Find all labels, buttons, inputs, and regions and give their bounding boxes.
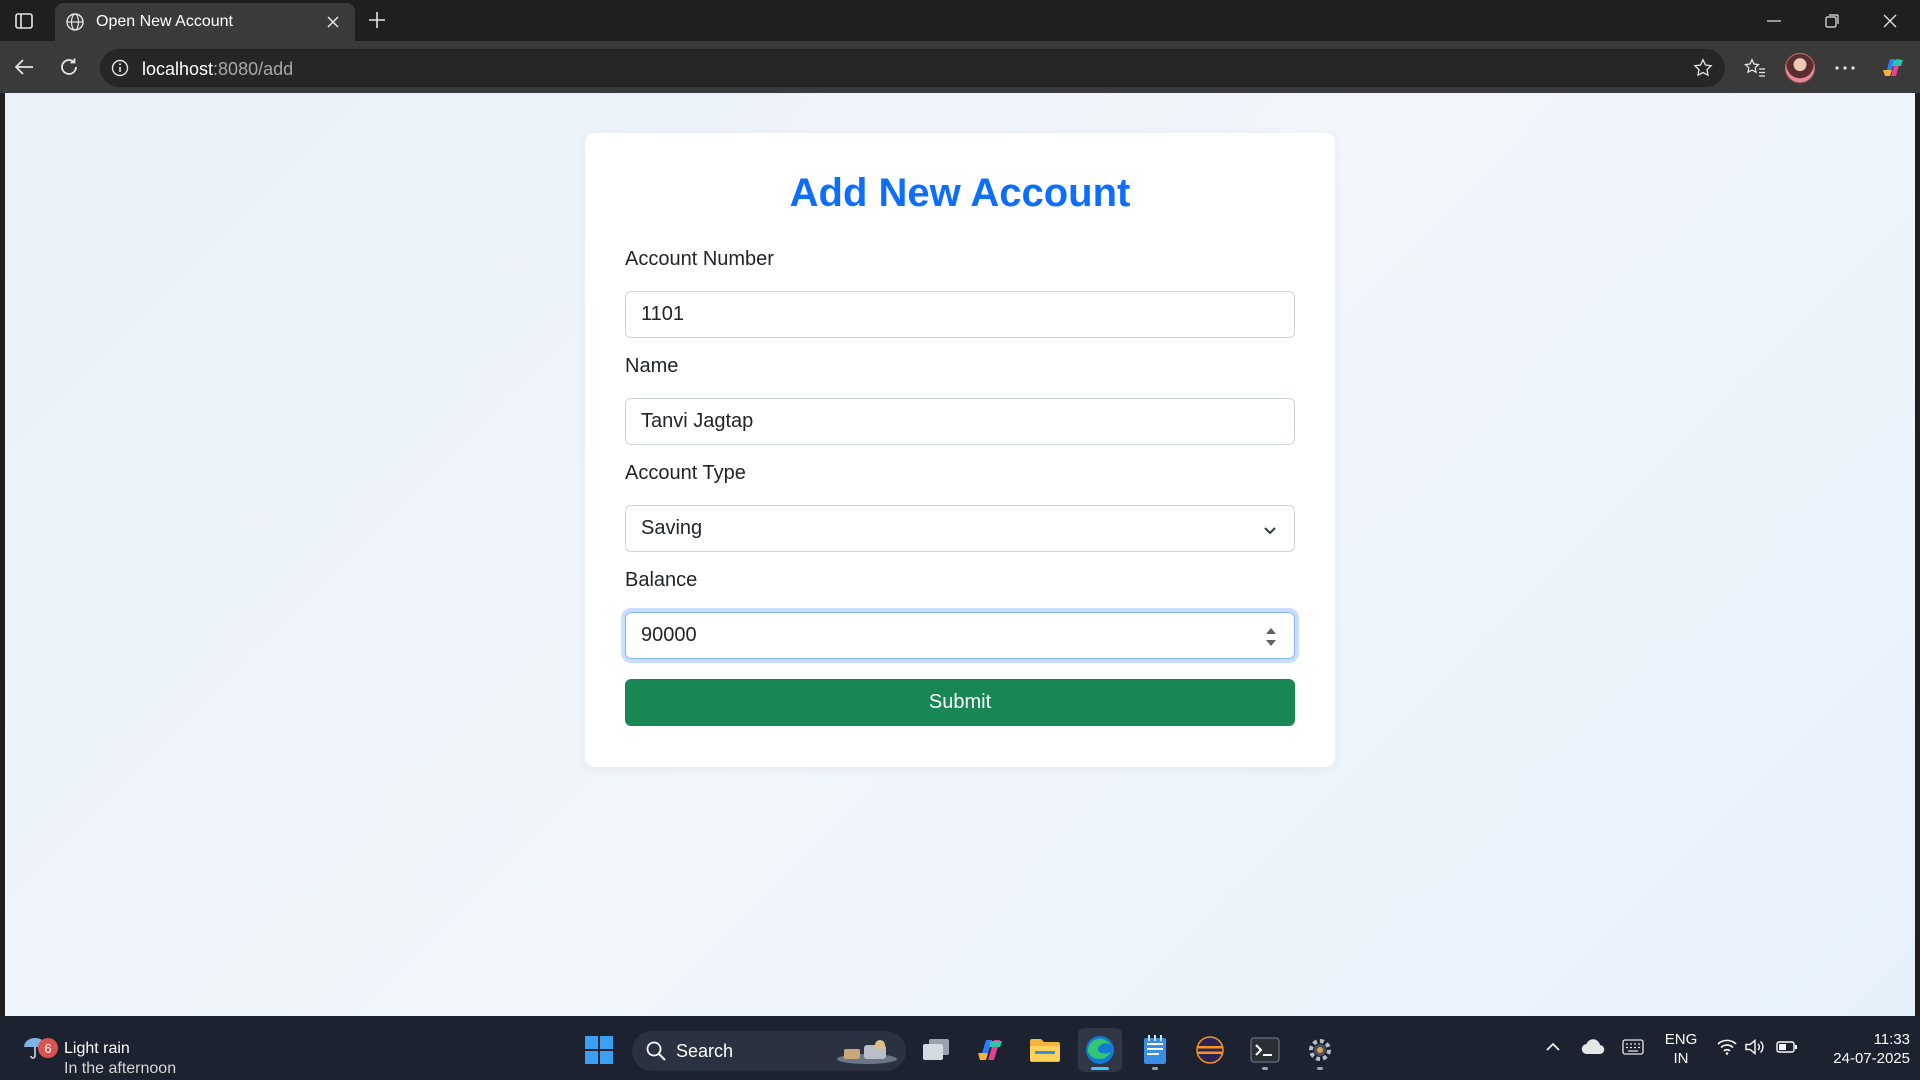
submit-button[interactable]: Submit — [625, 679, 1295, 726]
name-label: Name — [625, 355, 679, 377]
task-view-icon[interactable] — [914, 1028, 958, 1072]
site-info-icon[interactable] — [111, 59, 129, 82]
account-number-field[interactable]: 1101 — [625, 291, 1295, 338]
input-language[interactable]: ENG IN — [1660, 1030, 1702, 1068]
terminal-icon[interactable] — [1243, 1028, 1287, 1072]
notepad-icon[interactable] — [1133, 1028, 1177, 1072]
globe-icon — [65, 12, 85, 37]
close-tab-icon[interactable] — [323, 12, 343, 32]
start-button[interactable] — [577, 1028, 621, 1072]
account-number-value: 1101 — [641, 303, 685, 325]
browser-toolbar: localhost:8080/add — [0, 41, 1920, 93]
windows-taskbar: 6 Light rain In the afternoon Search ENG… — [0, 1016, 1920, 1080]
page-title: Add New Account — [789, 171, 1131, 215]
tab-actions-icon[interactable] — [10, 8, 38, 34]
reload-icon[interactable] — [53, 51, 85, 83]
weather-alert-badge: 6 — [38, 1038, 58, 1058]
eclipse-ide-icon[interactable] — [1188, 1028, 1232, 1072]
edge-browser-icon[interactable] — [1078, 1028, 1122, 1072]
keyboard-icon[interactable] — [1618, 1032, 1648, 1062]
volume-icon[interactable] — [1742, 1032, 1768, 1062]
account-type-value: Saving — [641, 517, 703, 539]
copilot-app-icon[interactable] — [968, 1028, 1012, 1072]
close-window-icon[interactable] — [1862, 0, 1918, 41]
weather-forecast: In the afternoon — [64, 1060, 177, 1077]
chevron-down-icon — [1262, 521, 1278, 544]
balance-label: Balance — [625, 569, 698, 591]
minimize-icon[interactable] — [1746, 0, 1802, 41]
tab-title: Open New Account — [96, 13, 233, 30]
weather-condition: Light rain — [64, 1040, 130, 1057]
account-type-select[interactable]: Saving — [625, 505, 1295, 552]
page-viewport: Add New Account Account Number 1101 Name… — [5, 93, 1915, 1016]
more-options-icon[interactable] — [1828, 51, 1862, 85]
taskbar-search[interactable]: Search — [632, 1031, 906, 1071]
search-label: Search — [676, 1041, 734, 1061]
weather-widget[interactable]: 6 Light rain In the afternoon — [22, 1026, 222, 1077]
number-spinner-icon[interactable] — [1264, 623, 1278, 651]
balance-value: 90000 — [641, 624, 697, 646]
restore-icon[interactable] — [1804, 0, 1860, 41]
back-icon[interactable] — [8, 51, 40, 83]
profile-avatar[interactable] — [1783, 51, 1817, 85]
new-tab-icon[interactable] — [364, 7, 390, 33]
battery-icon[interactable] — [1772, 1032, 1802, 1062]
show-hidden-icons[interactable] — [1540, 1032, 1566, 1062]
account-type-label: Account Type — [625, 462, 746, 484]
copilot-icon[interactable] — [1876, 51, 1910, 85]
wifi-icon[interactable] — [1714, 1032, 1740, 1062]
address-bar[interactable]: localhost:8080/add — [100, 49, 1725, 87]
system-clock[interactable]: 11:33 24-07-2025 — [1810, 1030, 1910, 1068]
url-text: localhost:8080/add — [142, 59, 294, 79]
browser-tab-bar: Open New Account — [0, 0, 1920, 41]
favorite-star-icon[interactable] — [1693, 58, 1713, 83]
account-number-label: Account Number — [625, 248, 774, 270]
name-field[interactable]: Tanvi Jagtap — [625, 398, 1295, 445]
favorites-icon[interactable] — [1738, 51, 1772, 85]
name-value: Tanvi Jagtap — [641, 410, 754, 432]
search-icon — [646, 1041, 666, 1066]
file-explorer-icon[interactable] — [1023, 1028, 1067, 1072]
balance-field[interactable]: 90000 — [625, 612, 1295, 659]
search-highlight-icon — [836, 1037, 898, 1065]
onedrive-cloud-icon[interactable] — [1578, 1032, 1608, 1062]
browser-tab[interactable]: Open New Account — [55, 3, 355, 41]
add-account-form: Add New Account Account Number 1101 Name… — [585, 133, 1335, 767]
settings-gear-icon[interactable] — [1298, 1028, 1342, 1072]
